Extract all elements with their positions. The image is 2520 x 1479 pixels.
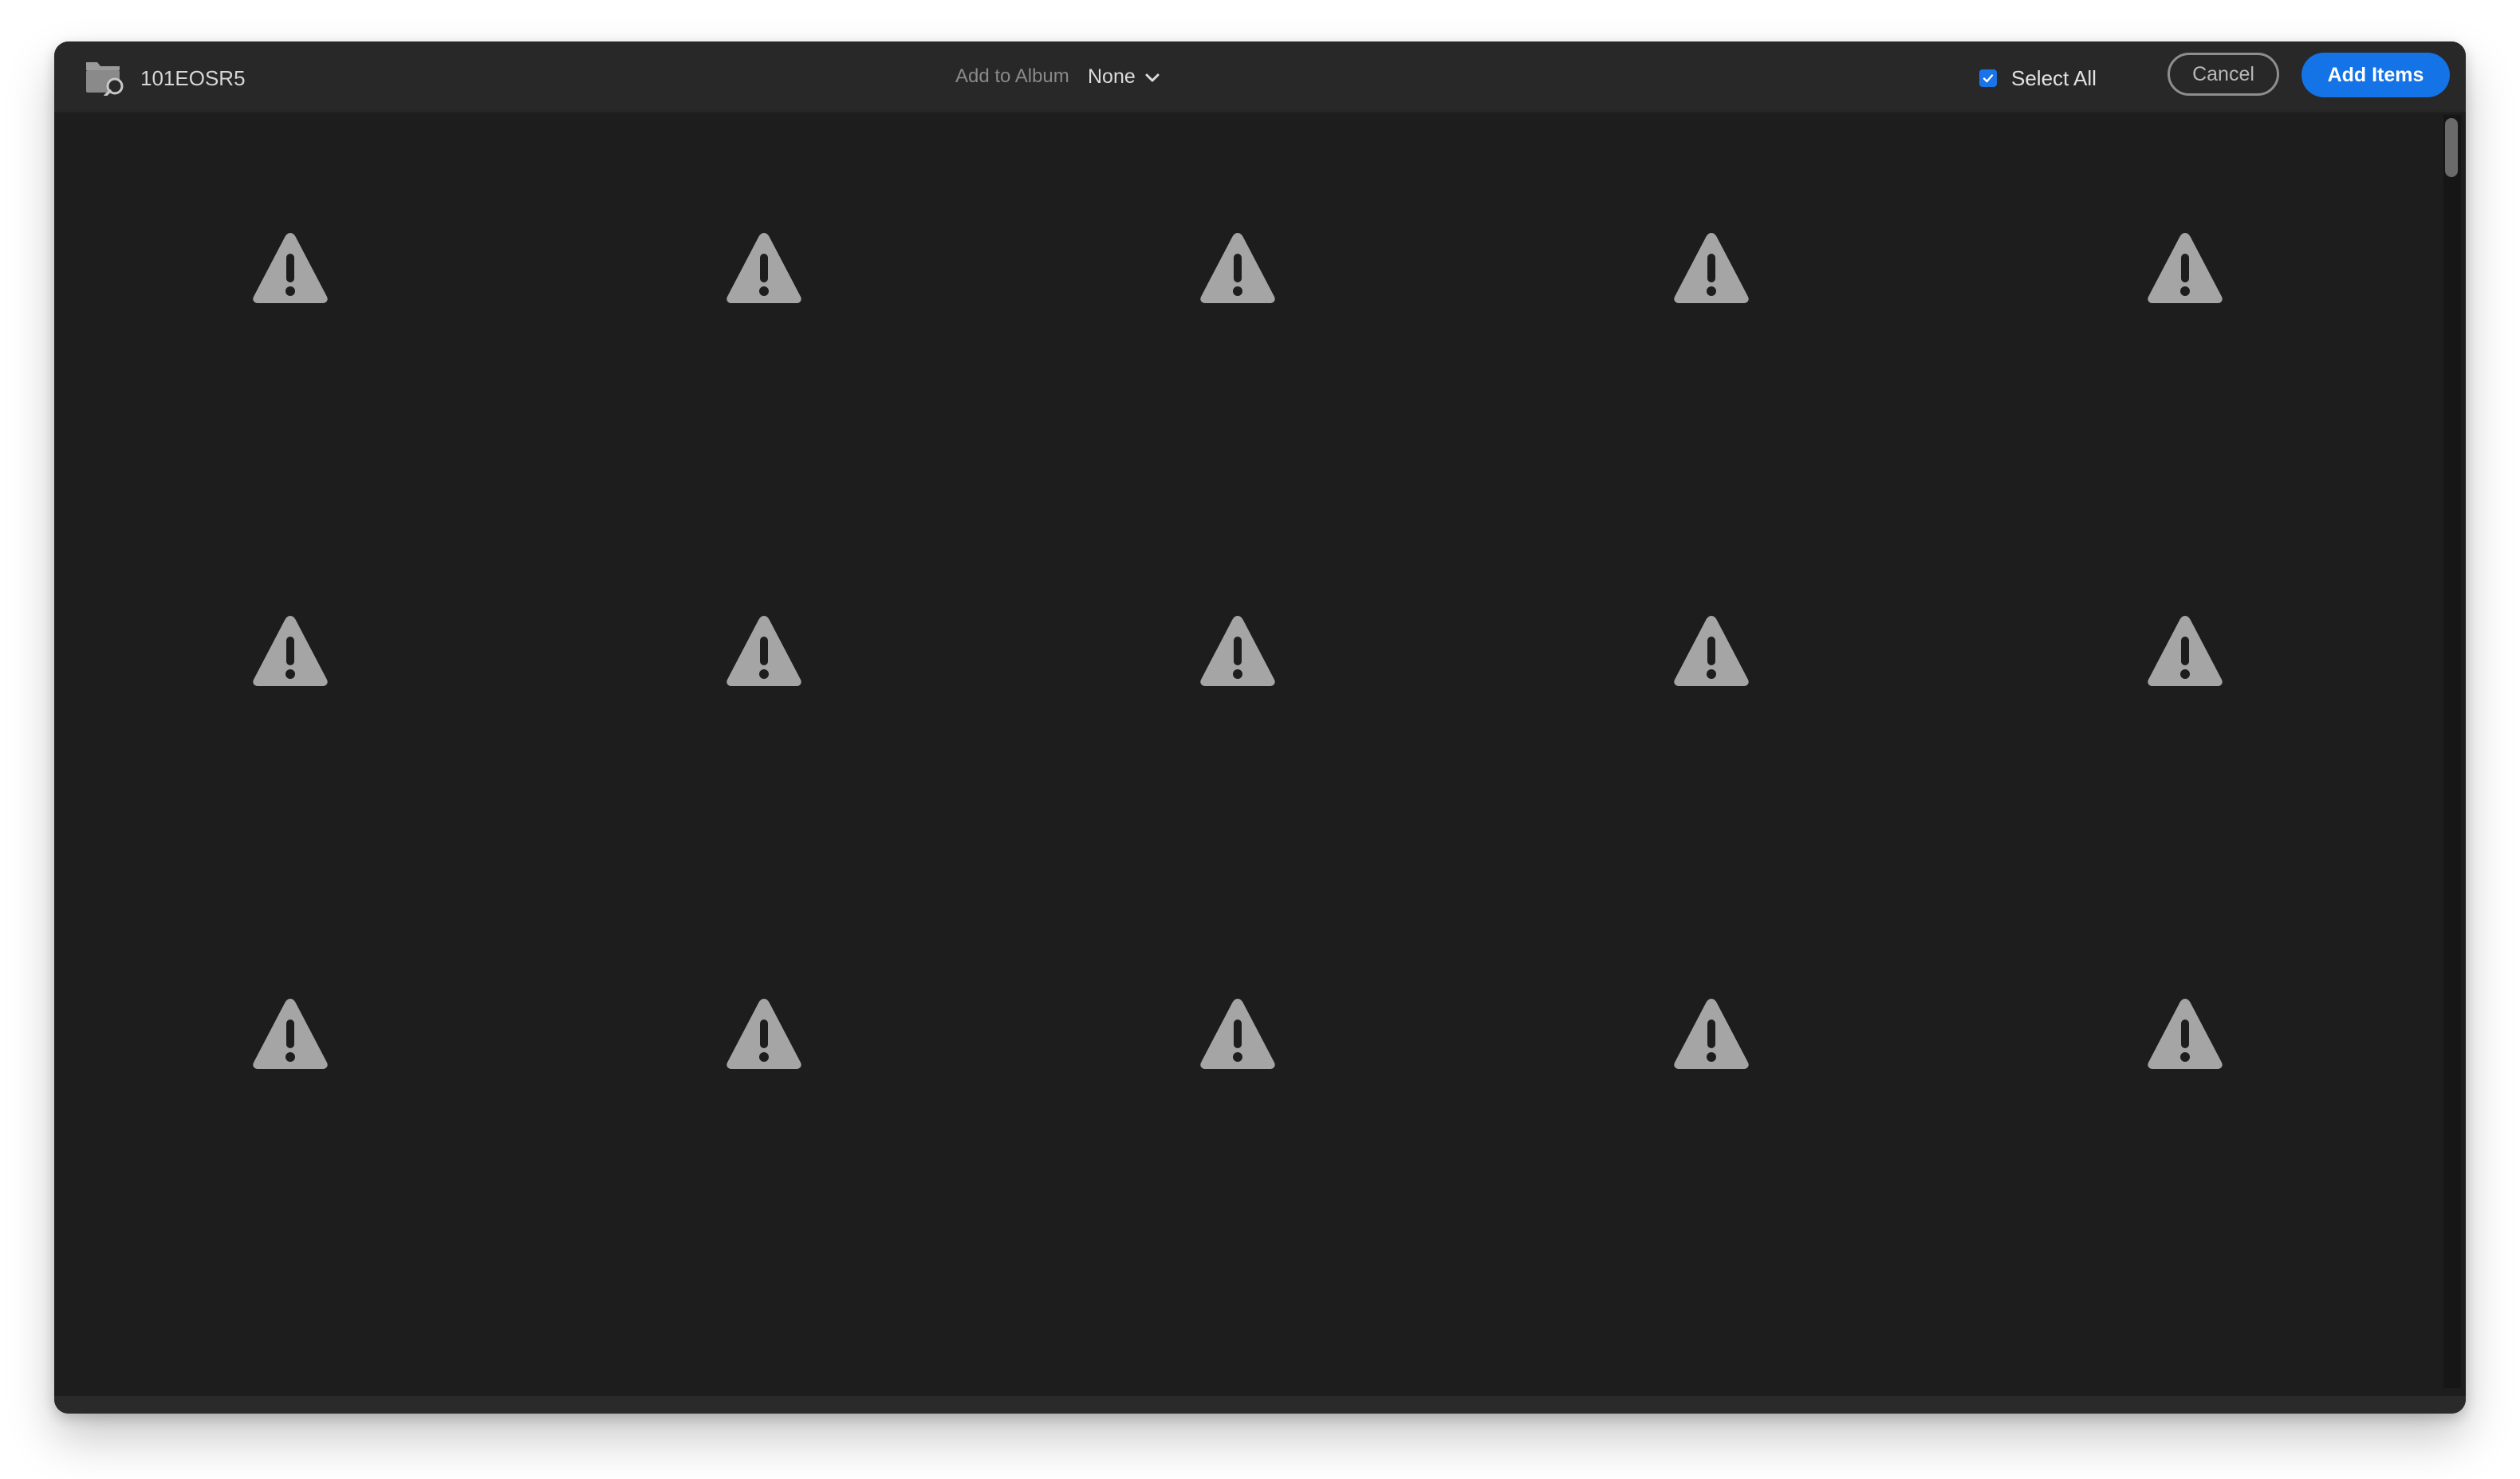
grid-item[interactable] (724, 994, 804, 1074)
select-all-checkbox[interactable]: Select All (1979, 64, 2097, 93)
thumbnail-grid (54, 113, 2439, 1396)
grid-item[interactable] (2145, 611, 2225, 691)
checkbox-checked-icon[interactable] (1979, 69, 1997, 87)
import-window: 101EOSR5 Add to Album None Select All Ca… (54, 41, 2466, 1414)
title-bar: 101EOSR5 Add to Album None Select All Ca… (54, 41, 2466, 113)
warning-icon (1200, 999, 1275, 1069)
warning-icon (1674, 233, 1749, 303)
grid-item[interactable] (1671, 611, 1751, 691)
select-all-label: Select All (2011, 66, 2097, 90)
grid-item[interactable] (724, 228, 804, 308)
chevron-down-icon (1144, 69, 1161, 87)
grid-item[interactable] (2145, 994, 2225, 1074)
add-to-album-label: Add to Album (955, 65, 1069, 87)
grid-item[interactable] (250, 994, 330, 1074)
grid-item[interactable] (2145, 228, 2225, 308)
warning-icon (1200, 616, 1275, 686)
warning-icon (253, 616, 328, 686)
album-dropdown[interactable]: None (1088, 61, 1161, 93)
warning-icon (726, 233, 801, 303)
grid-item[interactable] (724, 611, 804, 691)
grid-item[interactable] (1671, 994, 1751, 1074)
add-items-button[interactable]: Add Items (2301, 53, 2450, 97)
warning-icon (1674, 999, 1749, 1069)
warning-icon (1674, 616, 1749, 686)
warning-icon (2148, 616, 2223, 686)
folder-search-icon (85, 59, 126, 97)
warning-icon (2148, 233, 2223, 303)
warning-icon (1200, 233, 1275, 303)
grid-item[interactable] (250, 228, 330, 308)
cancel-button[interactable]: Cancel (2168, 53, 2279, 96)
folder-name: 101EOSR5 (140, 66, 246, 90)
grid-item[interactable] (1198, 228, 1278, 308)
warning-icon (2148, 999, 2223, 1069)
warning-icon (253, 999, 328, 1069)
album-dropdown-value: None (1088, 65, 1136, 88)
grid-item[interactable] (1671, 228, 1751, 308)
grid-item[interactable] (250, 611, 330, 691)
warning-icon (726, 999, 801, 1069)
warning-icon (253, 233, 328, 303)
bottom-bar (54, 1396, 2466, 1414)
scrollbar-thumb[interactable] (2445, 118, 2458, 177)
grid-item[interactable] (1198, 994, 1278, 1074)
scrollbar-track[interactable] (2443, 115, 2461, 1388)
grid-item[interactable] (1198, 611, 1278, 691)
warning-icon (726, 616, 801, 686)
